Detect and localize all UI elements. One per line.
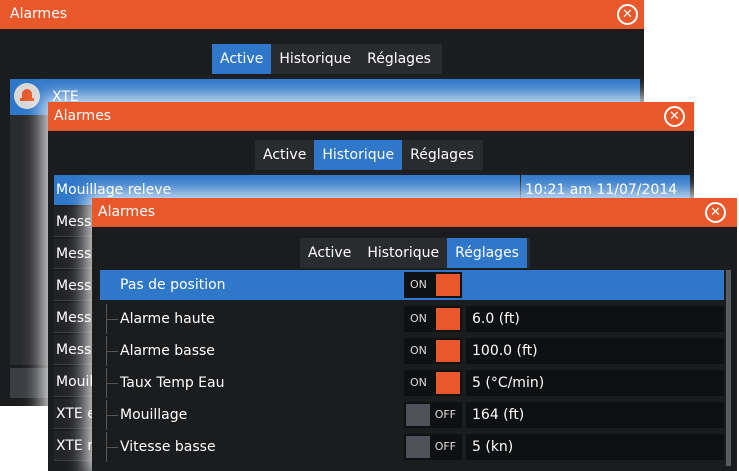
toggle-knob (436, 308, 460, 330)
close-icon[interactable]: ✕ (664, 106, 685, 127)
close-icon[interactable]: ✕ (617, 4, 638, 25)
tab-bar: Active Historique Réglages (300, 238, 530, 268)
toggle-knob (436, 340, 460, 362)
setting-row[interactable]: Alarme basse ON 100.0 (ft) (100, 336, 724, 366)
history-label: XTE e (56, 406, 96, 422)
toggle-switch[interactable]: ON (404, 370, 462, 396)
toggle-knob (406, 436, 430, 458)
setting-value[interactable]: 5 (kn) (466, 434, 724, 460)
toggle-knob (406, 404, 430, 426)
toggle-switch[interactable]: ON (404, 338, 462, 364)
setting-label: Pas de position (120, 277, 226, 293)
scrollbar[interactable] (726, 270, 731, 466)
tab-bar: Active Historique Réglages (212, 44, 442, 74)
tab-active[interactable]: Active (212, 44, 272, 74)
setting-label: Vitesse basse (120, 439, 216, 455)
toggle-knob (436, 372, 460, 394)
tab-active[interactable]: Active (255, 140, 314, 170)
tab-reglages[interactable]: Réglages (402, 140, 482, 170)
setting-value[interactable]: 6.0 (ft) (466, 306, 724, 332)
history-label: XTE r (56, 438, 93, 454)
toggle-state: OFF (434, 408, 456, 421)
toggle-knob (436, 274, 460, 296)
bell-icon (14, 83, 40, 109)
toggle-state: ON (410, 312, 427, 325)
setting-value[interactable]: 5 (°C/min) (466, 370, 724, 396)
toggle-switch[interactable]: OFF (404, 402, 462, 428)
toggle-state: ON (410, 376, 427, 389)
window-title: Alarmes (48, 102, 694, 131)
toggle-switch[interactable]: ON (404, 306, 462, 332)
window-title: Alarmes (0, 0, 644, 29)
tab-active[interactable]: Active (300, 238, 359, 268)
toggle-state: ON (410, 278, 427, 291)
setting-label: Alarme basse (120, 343, 215, 359)
alarms-window-settings: Alarmes ✕ Active Historique Réglages Pas… (92, 198, 737, 471)
setting-row[interactable]: Mouillage OFF 164 (ft) (100, 400, 724, 430)
setting-value[interactable]: 100.0 (ft) (466, 338, 724, 364)
toggle-switch[interactable]: ON (404, 272, 462, 298)
close-icon[interactable]: ✕ (705, 202, 726, 223)
list-panel (10, 115, 50, 365)
setting-label: Taux Temp Eau (120, 375, 225, 391)
toggle-switch[interactable]: OFF (404, 434, 462, 460)
tab-historique[interactable]: Historique (271, 44, 359, 74)
setting-row[interactable]: Vitesse basse OFF 5 (kn) (100, 432, 724, 462)
toggle-state: OFF (434, 440, 456, 453)
setting-label: Mouillage (120, 407, 188, 423)
tab-bar: Active Historique Réglages (255, 140, 483, 170)
history-label: Mouil (56, 374, 94, 390)
setting-row[interactable]: Alarme haute ON 6.0 (ft) (100, 304, 724, 334)
window-title: Alarmes (92, 198, 737, 227)
tab-historique[interactable]: Historique (314, 140, 403, 170)
setting-value[interactable]: 164 (ft) (466, 402, 724, 428)
setting-label: Alarme haute (120, 311, 215, 327)
toggle-state: ON (410, 344, 427, 357)
tab-reglages[interactable]: Réglages (447, 238, 527, 268)
setting-row[interactable]: Taux Temp Eau ON 5 (°C/min) (100, 368, 724, 398)
tab-historique[interactable]: Historique (359, 238, 447, 268)
tab-reglages[interactable]: Réglages (359, 44, 439, 74)
setting-row[interactable]: Pas de position ON (100, 270, 724, 300)
